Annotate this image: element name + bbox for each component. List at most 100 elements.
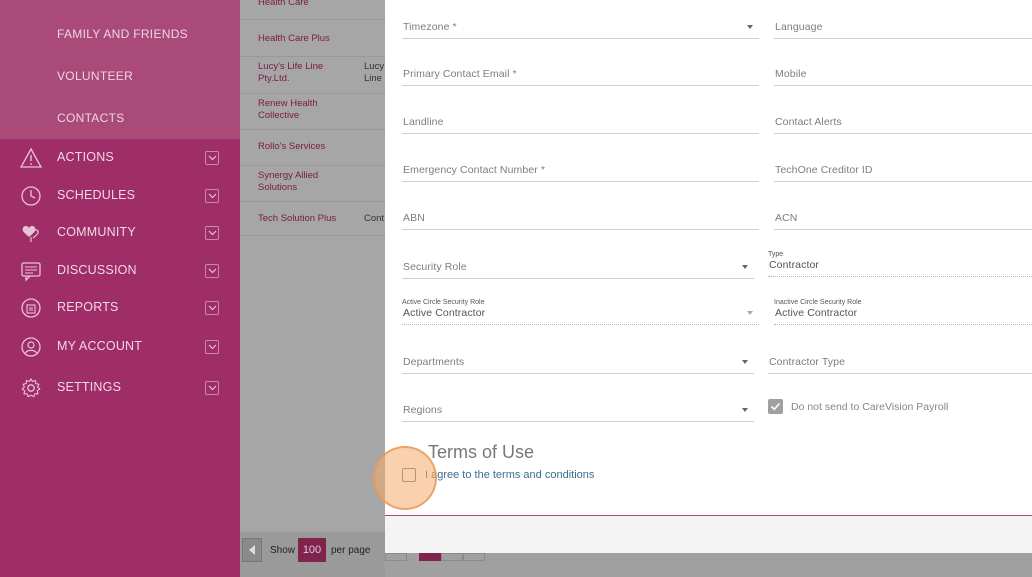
chevron-down-icon[interactable] xyxy=(205,226,219,240)
list-item-name: Health Care Plus xyxy=(258,33,330,44)
inactive-role-value: Active Contractor xyxy=(775,307,858,319)
dropdown-caret-icon xyxy=(742,360,748,364)
language-field[interactable]: Language xyxy=(774,15,1032,39)
list-item-extra: Cont xyxy=(364,213,385,224)
acn-field[interactable]: ACN xyxy=(774,206,1032,230)
techone-label: TechOne Creditor ID xyxy=(775,164,873,176)
type-field: Contractor xyxy=(768,253,1032,277)
pager-per-page-label: per page xyxy=(331,545,371,556)
previous-page-button[interactable] xyxy=(242,538,262,562)
inactive-circle-security-role-select[interactable]: Active Contractor xyxy=(774,301,1032,325)
sidebar-item-settings[interactable]: SETTINGS xyxy=(0,369,240,405)
sidebar-item-label: SETTINGS xyxy=(57,380,122,394)
sidebar-item-label: REPORTS xyxy=(57,300,119,314)
timezone-label: Timezone * xyxy=(403,21,457,33)
primary-contact-email-field[interactable]: Primary Contact Email * xyxy=(402,62,759,86)
pager-pages xyxy=(385,553,1032,577)
per-page-select[interactable]: 100 xyxy=(298,538,326,562)
sidebar-item-reports[interactable]: REPORTS xyxy=(0,289,240,325)
checkmark-icon xyxy=(770,402,781,411)
clock-icon xyxy=(20,185,42,207)
mobile-label: Mobile xyxy=(775,68,807,80)
chat-icon xyxy=(20,260,42,282)
chevron-down-icon[interactable] xyxy=(205,381,219,395)
gear-icon xyxy=(20,377,42,399)
sidebar-item-actions[interactable]: ACTIONS xyxy=(0,139,240,175)
dropdown-caret-icon xyxy=(747,25,753,29)
mobile-field[interactable]: Mobile xyxy=(774,62,1032,86)
sidebar-item-community[interactable]: COMMUNITY xyxy=(0,214,240,250)
contact-alerts-field[interactable]: Contact Alerts xyxy=(774,110,1032,134)
do-not-send-payroll-checkbox[interactable] xyxy=(768,399,783,414)
list-item-name: Lucy's Life Line Pty.Ltd. xyxy=(258,61,324,84)
list-item[interactable]: Tech Solution Plus Cont xyxy=(240,202,385,236)
pager-show-label: Show xyxy=(270,545,296,556)
agree-terms-link[interactable]: I agree to the terms and conditions xyxy=(425,469,594,481)
list-item[interactable]: Rollo's Services xyxy=(240,130,385,166)
list-item-extra: Lucy Line xyxy=(364,61,384,84)
sidebar-item-label: MY ACCOUNT xyxy=(57,339,143,353)
chevron-down-icon[interactable] xyxy=(205,151,219,165)
chevron-down-icon[interactable] xyxy=(205,301,219,315)
page-button[interactable] xyxy=(441,553,463,561)
sidebar-submenu: FAMILY AND FRIENDS VOLUNTEER CONTACTS xyxy=(0,0,240,139)
dropdown-caret-icon xyxy=(742,265,748,269)
sidebar-item-discussion[interactable]: DISCUSSION xyxy=(0,252,240,288)
language-label: Language xyxy=(775,21,823,33)
active-circle-security-role-select[interactable]: Active Contractor xyxy=(402,301,759,325)
departments-select[interactable]: Departments xyxy=(402,350,754,374)
hearts-icon xyxy=(20,222,42,244)
list-item[interactable]: Health Care xyxy=(240,0,385,20)
page-button-active[interactable] xyxy=(419,553,441,561)
sidebar-subitem-volunteer[interactable]: VOLUNTEER xyxy=(57,69,133,83)
techone-creditor-id-field[interactable]: TechOne Creditor ID xyxy=(774,158,1032,182)
dropdown-caret-icon xyxy=(742,408,748,412)
regions-select[interactable]: Regions xyxy=(402,398,754,422)
list-item[interactable]: Renew Health Collective xyxy=(240,94,385,130)
sidebar-item-label: ACTIONS xyxy=(57,150,114,164)
timezone-select[interactable]: Timezone * xyxy=(402,15,759,39)
dropdown-caret-icon xyxy=(747,311,753,315)
chevron-down-icon[interactable] xyxy=(205,189,219,203)
sidebar-item-label: DISCUSSION xyxy=(57,263,137,277)
primary-email-label: Primary Contact Email * xyxy=(403,68,517,80)
chevron-left-icon xyxy=(249,545,255,555)
click-highlight-indicator xyxy=(373,446,437,510)
active-role-value: Active Contractor xyxy=(403,307,486,319)
warning-icon xyxy=(19,147,43,169)
security-role-select[interactable]: Security Role xyxy=(402,255,754,279)
contact-alerts-label: Contact Alerts xyxy=(775,116,842,128)
chevron-down-icon[interactable] xyxy=(205,264,219,278)
user-icon xyxy=(20,336,42,358)
terms-of-use-heading: Terms of Use xyxy=(428,442,535,462)
sidebar-subitem-contacts[interactable]: CONTACTS xyxy=(57,111,125,125)
sidebar-item-schedules[interactable]: SCHEDULES xyxy=(0,177,240,213)
emergency-label: Emergency Contact Number * xyxy=(403,164,546,176)
abn-label: ABN xyxy=(403,212,425,224)
acn-label: ACN xyxy=(775,212,798,224)
abn-field[interactable]: ABN xyxy=(402,206,759,230)
list-item-name: Rollo's Services xyxy=(258,141,326,152)
chevron-down-icon[interactable] xyxy=(205,340,219,354)
list-item-name: Synergy Allied Solutions xyxy=(258,170,319,193)
list-item[interactable]: Lucy's Life Line Pty.Ltd. Lucy Line xyxy=(240,57,385,94)
contractor-type-label: Contractor Type xyxy=(769,356,846,368)
security-role-label: Security Role xyxy=(403,261,467,273)
page-button[interactable] xyxy=(463,553,485,561)
list-item[interactable]: Synergy Allied Solutions xyxy=(240,166,385,202)
sidebar-subitem-family-and-friends[interactable]: FAMILY AND FRIENDS xyxy=(57,27,188,41)
landline-field[interactable]: Landline xyxy=(402,110,759,134)
sidebar-item-my-account[interactable]: MY ACCOUNT xyxy=(0,328,240,364)
sidebar: FAMILY AND FRIENDS VOLUNTEER CONTACTS AC… xyxy=(0,0,240,577)
contractor-list: Health Care Health Care Plus Lucy's Life… xyxy=(240,0,385,577)
contractor-type-field[interactable]: Contractor Type xyxy=(768,350,1032,374)
emergency-contact-number-field[interactable]: Emergency Contact Number * xyxy=(402,158,759,182)
list-item-name: Tech Solution Plus xyxy=(258,213,337,224)
pagination: Show 100 per page xyxy=(240,532,385,577)
page-button[interactable] xyxy=(385,553,407,561)
list-item[interactable]: Health Care Plus xyxy=(240,20,385,57)
sidebar-item-label: COMMUNITY xyxy=(57,225,136,239)
landline-label: Landline xyxy=(403,116,444,128)
do-not-send-payroll-label: Do not send to CareVision Payroll xyxy=(791,401,949,413)
list-item-name: Health Care xyxy=(258,0,309,8)
